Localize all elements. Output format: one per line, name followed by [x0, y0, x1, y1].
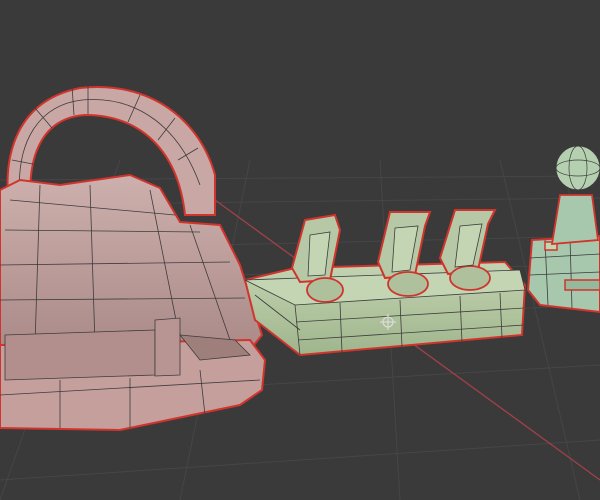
- steering-wheel-mesh[interactable]: [0, 84, 267, 432]
- viewport-canvas: [0, 84, 600, 500]
- shifter-mesh[interactable]: [526, 145, 600, 314]
- 3d-viewport[interactable]: [0, 0, 600, 500]
- pedals-mesh[interactable]: [243, 209, 527, 357]
